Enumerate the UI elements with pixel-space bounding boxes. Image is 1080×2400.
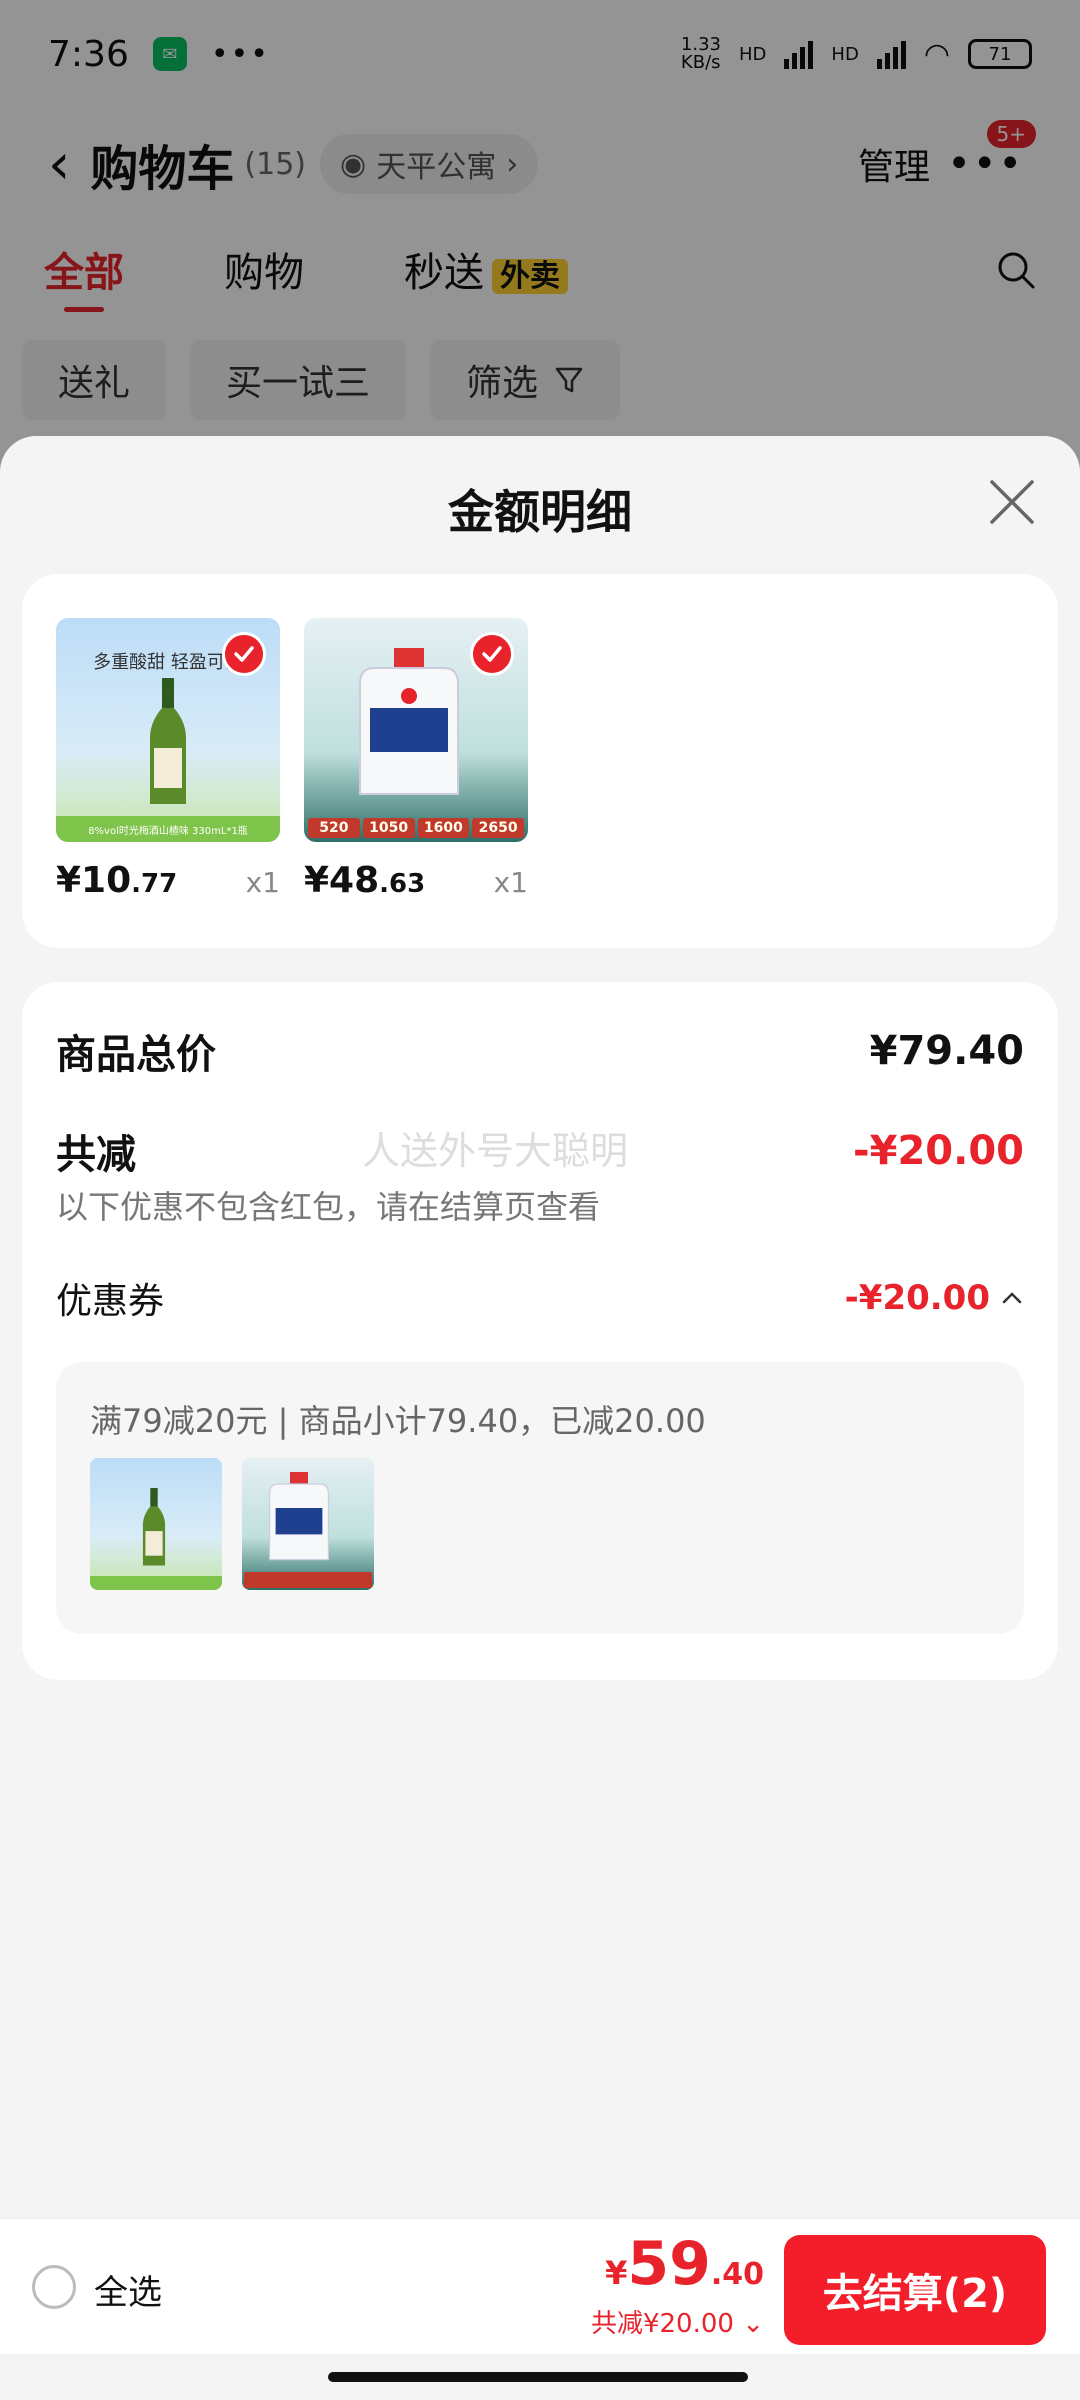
price-tier: 520 — [308, 818, 360, 838]
product-image-plum-wine: 多重酸甜 轻盈可口 8%vol时光梅酒山楂味 330mL*1瓶 — [56, 618, 280, 842]
price-tier: 2650 — [472, 818, 524, 838]
goods-price-int: ¥10 — [56, 860, 132, 901]
thumb-band — [90, 1576, 222, 1590]
sheet-title: 金额明细 — [448, 485, 632, 539]
saving-detail-toggle[interactable]: 共减¥20.00 ⌄ — [591, 2303, 764, 2340]
total-int: 59 — [627, 2229, 711, 2299]
total-price-value: ¥79.40 — [869, 1028, 1024, 1074]
bottle-illustration — [142, 1488, 166, 1566]
coupon-value: -¥20.00 — [844, 1278, 990, 1318]
chevron-down-icon: ⌄ — [742, 2309, 764, 2339]
price-tier: 1600 — [417, 818, 470, 838]
total-price-row: 商品总价 ¥79.40 — [56, 1022, 1024, 1080]
coupon-value-wrap: -¥20.00 — [845, 1278, 1024, 1318]
discount-note: 以下优惠不包含红包，请在结算页查看 — [56, 1188, 601, 1226]
coupon-detail-box: 满79减20元 | 商品小计79.40，已减20.00 — [56, 1362, 1024, 1634]
discount-value: -¥20.00 — [853, 1128, 1024, 1174]
goods-price-row: ¥48.63 x1 — [304, 860, 528, 901]
jug-illustration — [359, 648, 459, 795]
saving-text: 共减¥20.00 — [590, 2309, 734, 2339]
coupon-row[interactable]: 优惠券 -¥20.00 — [56, 1272, 1024, 1324]
coupon-product-thumb — [242, 1458, 374, 1590]
thumb-price-strip — [244, 1572, 372, 1588]
goods-item[interactable]: 多重酸甜 轻盈可口 8%vol时光梅酒山楂味 330mL*1瓶 ¥10.77 x… — [56, 618, 280, 901]
select-all-radio[interactable] — [32, 2265, 76, 2309]
checked-icon — [222, 632, 266, 676]
checked-icon — [470, 632, 514, 676]
goods-qty: x1 — [493, 866, 528, 899]
jug-illustration — [269, 1472, 329, 1561]
total-dec: .40 — [710, 2257, 764, 2292]
discount-label: 共减 — [56, 1132, 136, 1178]
home-indicator[interactable] — [328, 2372, 748, 2382]
goods-price: ¥48.63 — [304, 860, 425, 901]
selected-goods-card: 多重酸甜 轻盈可口 8%vol时光梅酒山楂味 330mL*1瓶 ¥10.77 x… — [22, 574, 1058, 948]
goods-item[interactable]: 520 1050 1600 2650 ¥48.63 x1 — [304, 618, 528, 901]
checkout-bar: 全选 ¥59.40 共减¥20.00 ⌄ 去结算(2) — [0, 2218, 1080, 2354]
product-band: 8%vol时光梅酒山楂味 330mL*1瓶 — [56, 816, 280, 842]
checkout-button[interactable]: 去结算(2) — [784, 2235, 1046, 2345]
bottle-illustration — [150, 678, 186, 804]
price-tier: 1050 — [362, 818, 415, 838]
close-icon[interactable] — [988, 478, 1036, 526]
goods-price-int: ¥48 — [304, 860, 380, 901]
coupon-label: 优惠券 — [56, 1281, 165, 1322]
total-amount: ¥59.40 — [605, 2229, 764, 2299]
select-all-label[interactable]: 全选 — [94, 2265, 162, 2314]
coupon-product-thumb — [90, 1458, 222, 1590]
price-detail-card: 商品总价 ¥79.40 人送外号大聪明 共减 -¥20.00 以下优惠不包含红包… — [22, 982, 1058, 1680]
goods-price-dec: .63 — [379, 869, 426, 899]
discount-row: 共减 -¥20.00 — [56, 1122, 1024, 1180]
total-price-label: 商品总价 — [56, 1032, 216, 1078]
goods-qty: x1 — [245, 866, 280, 899]
goods-price-dec: .77 — [131, 869, 178, 899]
coupon-description: 满79减20元 | 商品小计79.40，已减20.00 — [90, 1402, 706, 1440]
goods-price-row: ¥10.77 x1 — [56, 860, 280, 901]
product-image-baijiu: 520 1050 1600 2650 — [304, 618, 528, 842]
goods-price: ¥10.77 — [56, 860, 177, 901]
currency-symbol: ¥ — [605, 2254, 628, 2292]
amount-detail-sheet: 金额明细 多重酸甜 轻盈可口 8%vol时光梅酒山楂味 330mL*1瓶 ¥10… — [0, 436, 1080, 2400]
price-tiers: 520 1050 1600 2650 — [308, 818, 524, 838]
chevron-up-icon — [1002, 1292, 1022, 1304]
